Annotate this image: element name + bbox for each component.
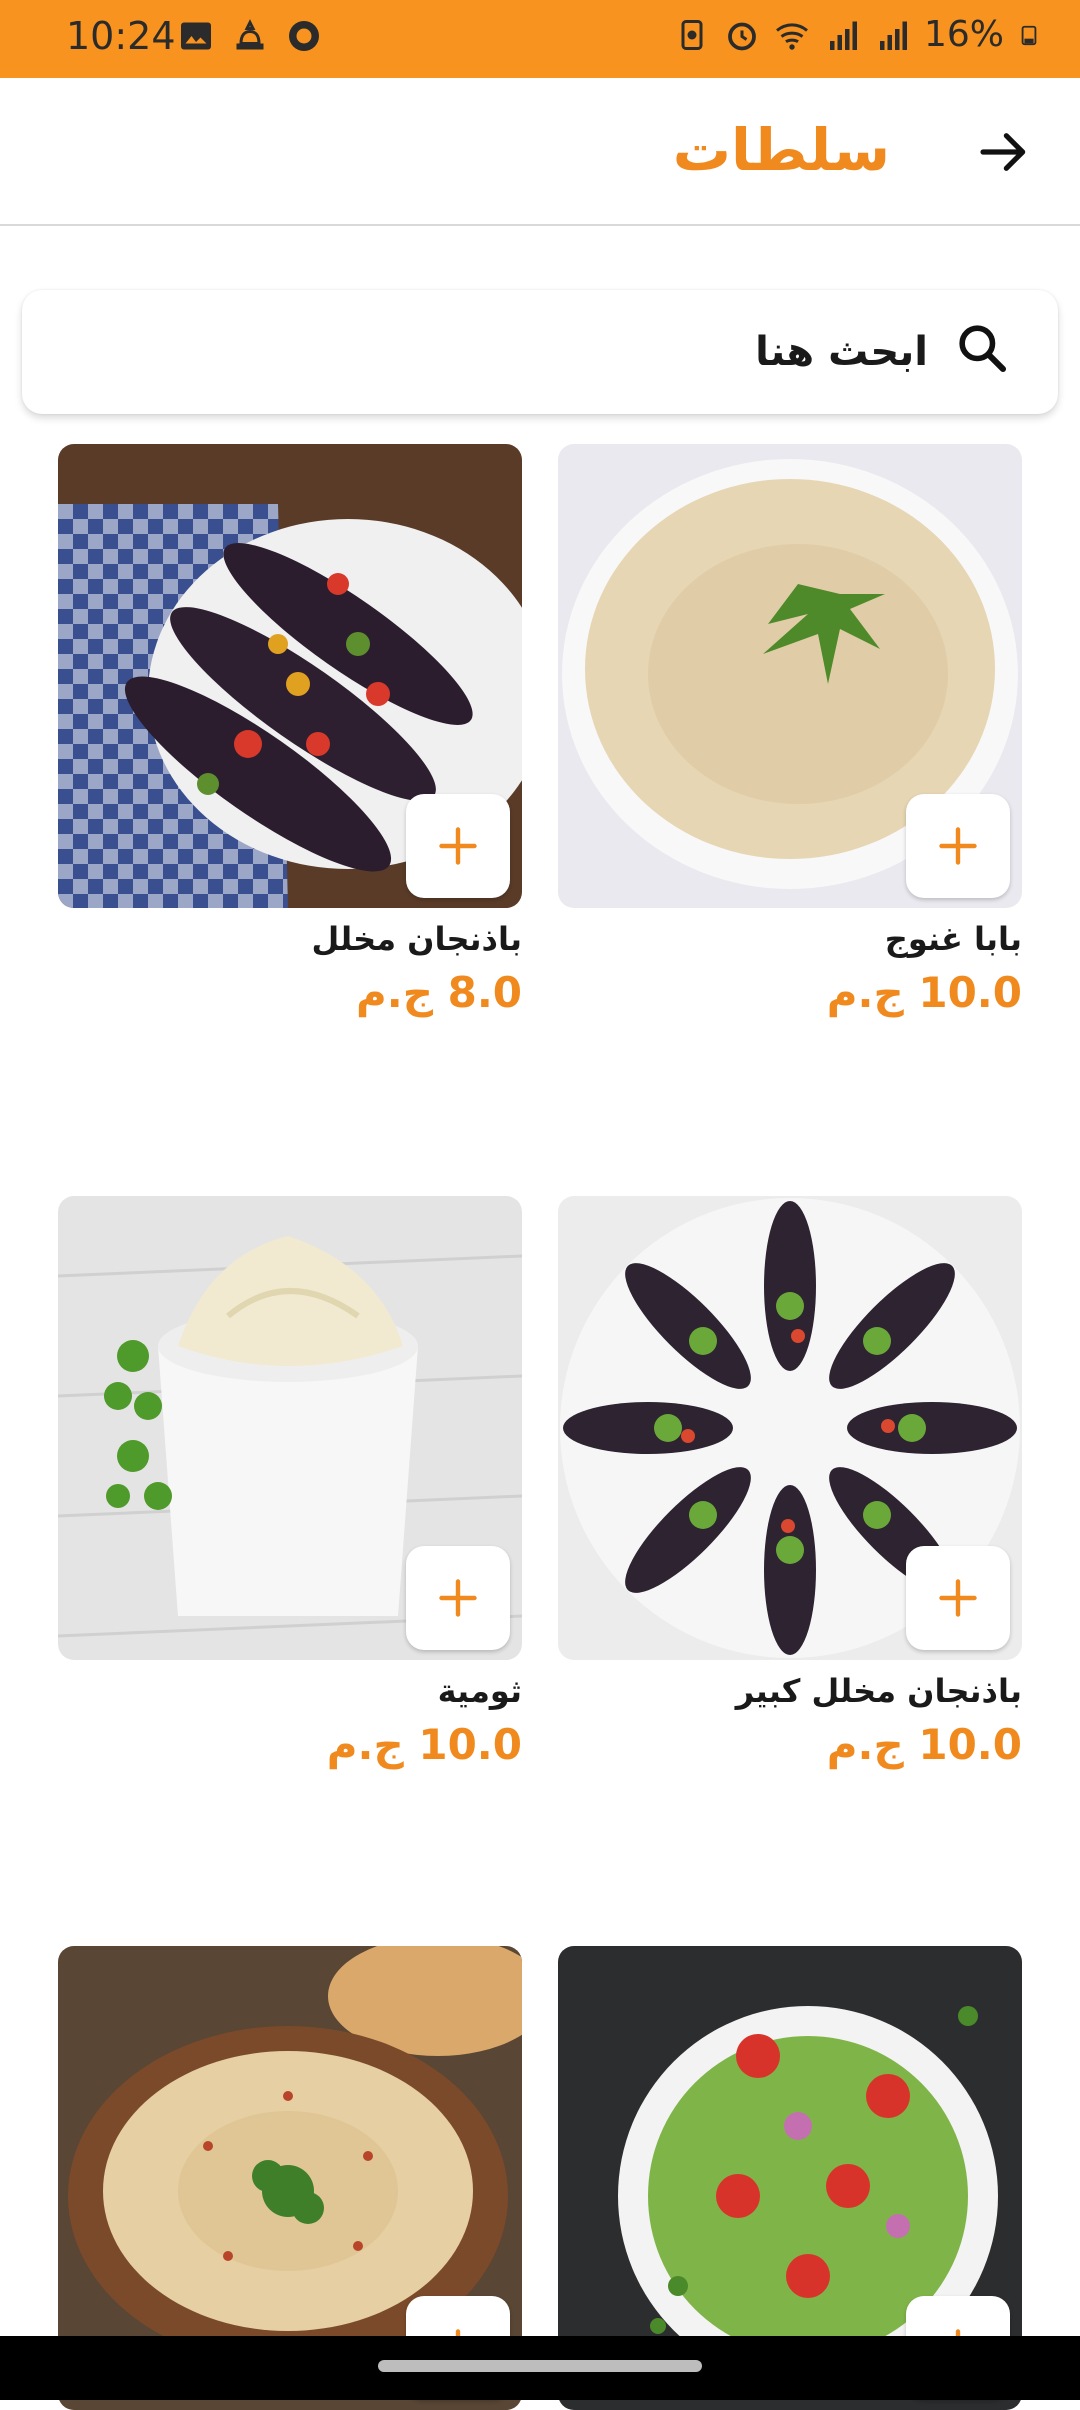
product-price: 10.0 ج.م xyxy=(826,968,1022,1017)
alarm-icon xyxy=(728,22,756,50)
page-title: سلطات xyxy=(672,116,890,184)
battery-icon xyxy=(1021,25,1037,45)
product-image[interactable] xyxy=(58,1196,522,1660)
product-name: ثومية xyxy=(437,1672,522,1710)
product-price: 10.0 ج.م xyxy=(326,1720,522,1769)
plus-icon xyxy=(439,827,477,865)
wifi-icon xyxy=(776,22,808,50)
add-to-cart-button[interactable] xyxy=(406,1546,510,1650)
status-time: 10:24 xyxy=(66,14,176,58)
arrow-right-icon[interactable] xyxy=(976,124,1032,180)
search-bar xyxy=(22,290,1058,414)
system-nav-bar xyxy=(0,2336,1080,2400)
product-name: بابا غنوج xyxy=(884,920,1022,958)
plus-icon xyxy=(939,1579,977,1617)
signal-icon xyxy=(829,21,857,50)
status-right: 16% xyxy=(674,14,1040,55)
product-card[interactable]: باذنجان مخلل 8.0 ج.م xyxy=(58,444,522,1017)
notification-bell-icon xyxy=(236,19,264,50)
product-card[interactable]: بابا غنوج 10.0 ج.م xyxy=(558,444,1022,1017)
product-name: باذنجان مخلل xyxy=(311,920,523,958)
status-left-icons xyxy=(178,18,322,54)
app-bar: سلطات xyxy=(0,78,1080,226)
product-card[interactable]: باذنجان مخلل كبير 10.0 ج.م xyxy=(558,1196,1022,1769)
product-card[interactable]: ثومية 10.0 ج.م xyxy=(58,1196,522,1769)
battery-percent: 16% xyxy=(923,14,1004,55)
product-image[interactable] xyxy=(558,1196,1022,1660)
status-bar: 10:24 16% xyxy=(0,0,1080,78)
add-to-cart-button[interactable] xyxy=(906,794,1010,898)
product-image[interactable] xyxy=(558,444,1022,908)
product-image[interactable] xyxy=(58,444,522,908)
whatsapp-icon xyxy=(289,21,319,51)
battery-saver-icon xyxy=(681,19,703,50)
home-gesture-handle[interactable] xyxy=(378,2360,702,2372)
product-price: 8.0 ج.م xyxy=(355,968,522,1017)
add-to-cart-button[interactable] xyxy=(406,794,510,898)
search-icon[interactable] xyxy=(954,320,1010,376)
add-to-cart-button[interactable] xyxy=(906,1546,1010,1650)
product-name: باذنجان مخلل كبير xyxy=(735,1672,1022,1710)
plus-icon xyxy=(439,1579,477,1617)
search-input[interactable] xyxy=(226,316,930,388)
plus-icon xyxy=(939,827,977,865)
image-icon xyxy=(181,22,211,50)
product-price: 10.0 ج.م xyxy=(826,1720,1022,1769)
signal-icon xyxy=(879,21,907,50)
